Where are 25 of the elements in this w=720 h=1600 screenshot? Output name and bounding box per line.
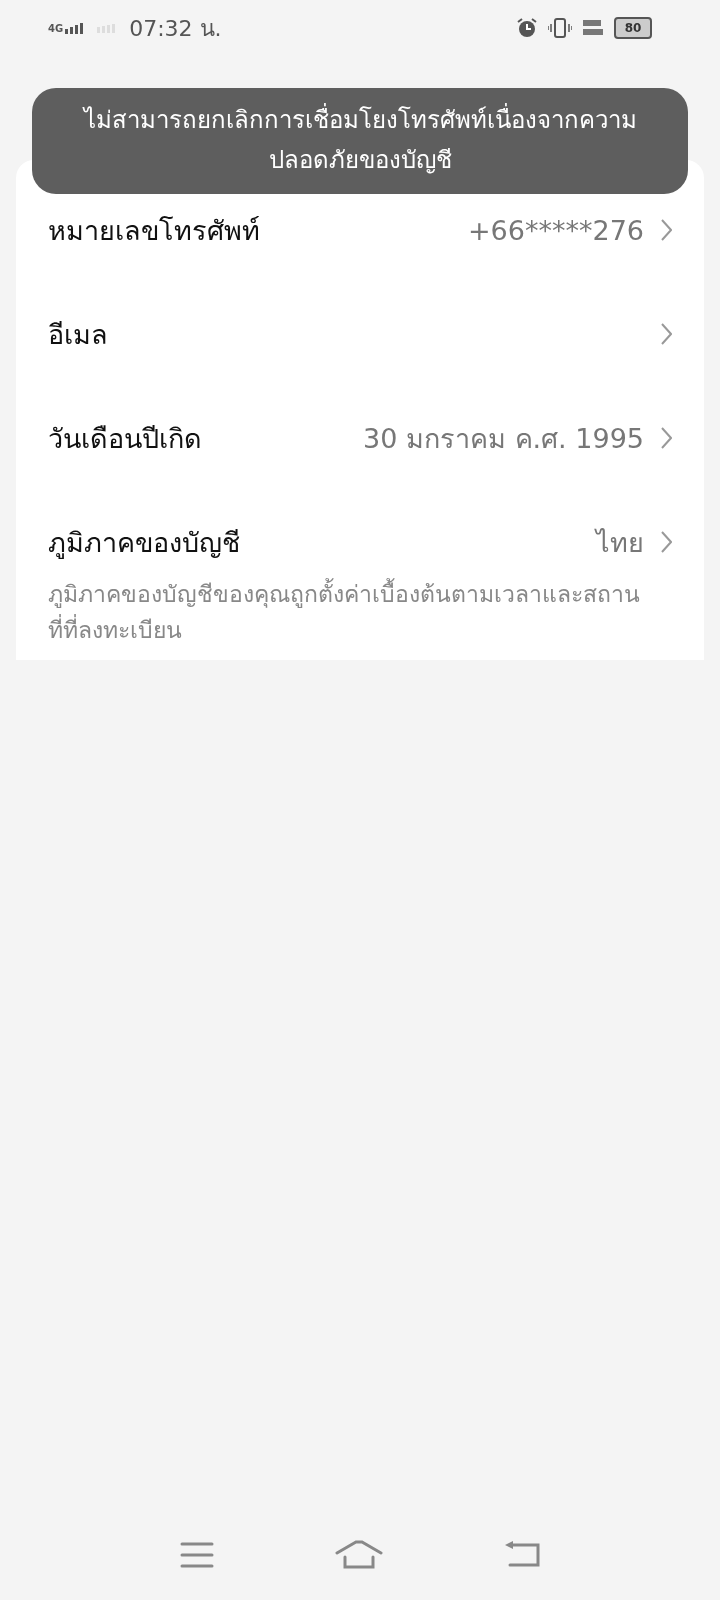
menu-icon[interactable]	[180, 1541, 215, 1569]
error-toast: ไม่สามารถยกเลิกการเชื่อมโยงโทรศัพท์เนื่องจากความปลอดภัยของบัญชี	[32, 88, 688, 194]
alarm-icon	[516, 17, 538, 39]
row-description: ภูมิภาคของบัญชีของคุณถูกตั้งค่าเบื้องต้นตามเวลาและสถานที่ที่ลงทะเบียน	[48, 576, 672, 648]
chevron-right-icon	[660, 218, 672, 242]
clock-time: 07:32 น.	[129, 14, 222, 43]
battery-icon: 80	[614, 17, 652, 39]
settings-row[interactable]: หมายเลขโทรศัพท์ +66*****276	[48, 200, 672, 260]
row-value: ไทย	[596, 525, 644, 560]
network-type: 4G	[48, 22, 64, 34]
settings-row[interactable]: วันเดือนปีเกิด 30 มกราคม ค.ศ. 1995	[48, 408, 672, 468]
row-label: ภูมิภาคของบัญชี	[48, 525, 241, 561]
row-value: +66*****276	[468, 214, 644, 246]
chevron-right-icon	[660, 426, 672, 450]
settings-row[interactable]: อีเมล	[48, 304, 672, 364]
row-label: วันเดือนปีเกิด	[48, 421, 203, 456]
row-label: อีเมล	[48, 317, 109, 352]
back-icon[interactable]	[503, 1540, 540, 1570]
vibrate-icon	[548, 17, 572, 39]
row-label: หมายเลขโทรศัพท์	[48, 213, 261, 248]
chevron-right-icon	[660, 322, 672, 346]
settings-row[interactable]: ภูมิภาคของบัญชี ไทย	[48, 512, 672, 572]
row-value: 30 มกราคม ค.ศ. 1995	[363, 421, 644, 456]
home-icon[interactable]	[335, 1540, 383, 1570]
chevron-right-icon	[660, 530, 672, 554]
